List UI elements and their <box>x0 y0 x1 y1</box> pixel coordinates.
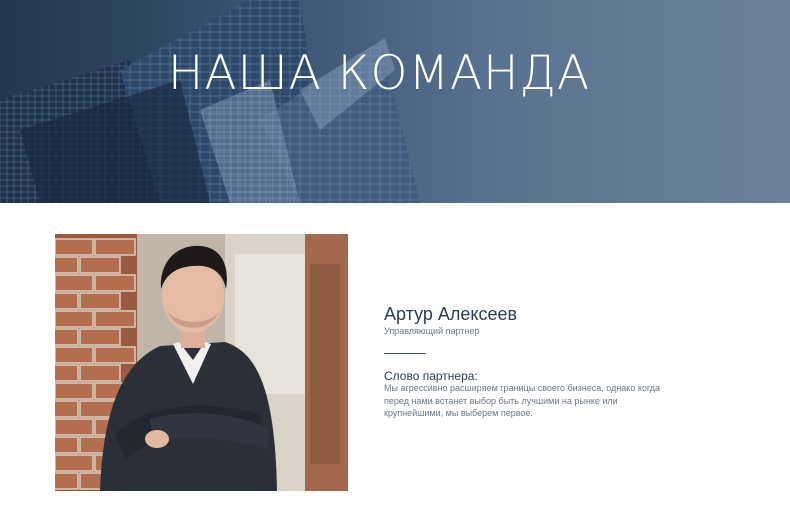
portrait-image <box>55 234 348 491</box>
skyscrapers-background-image <box>0 0 790 203</box>
divider <box>384 353 426 354</box>
page-title: НАША КОМАНДА <box>168 46 591 101</box>
quote-heading: Слово партнера: <box>384 369 478 383</box>
member-name: Артур Алексеев <box>384 304 518 324</box>
quote-text: Мы агрессивно расширяем границы своего б… <box>384 383 661 418</box>
hero-banner: НАША КОМАНДА <box>0 0 790 203</box>
member-role: Управляющий партнер <box>384 326 480 336</box>
team-member-photo <box>55 234 348 491</box>
